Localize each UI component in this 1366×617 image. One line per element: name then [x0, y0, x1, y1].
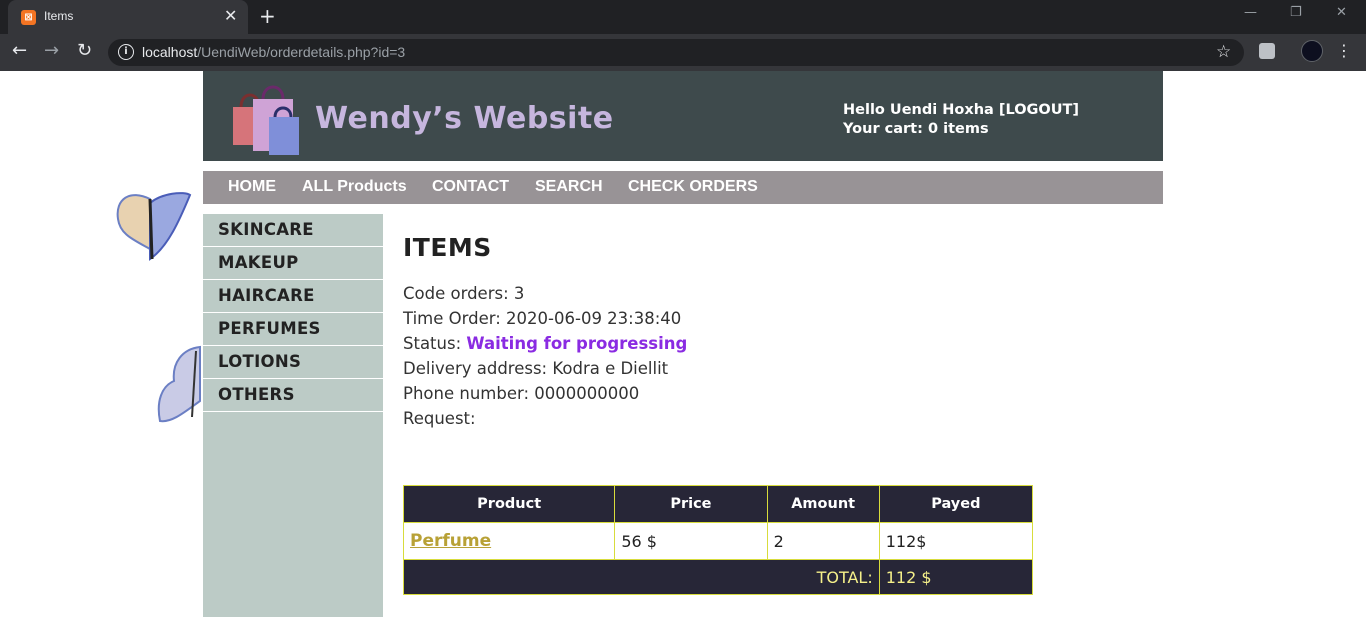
- amount-cell: 2: [766, 522, 880, 560]
- browser-toolbar: ← → ↻ i localhost/UendiWeb/orderdetails.…: [0, 34, 1366, 71]
- bookmark-star-icon[interactable]: ☆: [1216, 41, 1231, 63]
- forward-arrow-icon[interactable]: →: [44, 39, 59, 63]
- nav-home[interactable]: HOME: [228, 178, 276, 196]
- order-time-row: Time Order: 2020-06-09 23:38:40: [403, 306, 687, 331]
- site-name[interactable]: Wendy’s Website: [315, 101, 614, 136]
- status-badge: Waiting for progressing: [466, 334, 688, 353]
- order-code-value: 3: [513, 284, 525, 303]
- sidebar-item-haircare[interactable]: HAIRCARE: [203, 280, 383, 313]
- nav-search[interactable]: SEARCH: [535, 178, 603, 196]
- column-header-amount: Amount: [766, 485, 880, 523]
- main-nav: HOME ALL Products CONTACT SEARCH CHECK O…: [203, 171, 1163, 204]
- tab-title: Items: [44, 9, 74, 23]
- url-path: /UendiWeb/orderdetails.php?id=3: [197, 44, 406, 60]
- category-sidebar: SKINCARE MAKEUP HAIRCARE PERFUMES LOTION…: [203, 214, 383, 617]
- order-info: Code orders: 3 Time Order: 2020-06-09 23…: [403, 281, 687, 431]
- page-content: Wendy’s Website Hello Uendi Hoxha [LOGOU…: [0, 71, 1366, 617]
- xampp-favicon-icon: ⊠: [21, 10, 36, 25]
- kebab-menu-icon[interactable]: ⋮: [1336, 40, 1352, 62]
- column-header-payed: Payed: [878, 485, 1034, 523]
- nav-contact[interactable]: CONTACT: [432, 178, 509, 196]
- order-status-label: Status:: [403, 334, 462, 353]
- sidebar-item-skincare[interactable]: SKINCARE: [203, 214, 383, 247]
- url-host: localhost: [142, 44, 198, 60]
- column-header-product: Product: [402, 485, 616, 523]
- cart-summary[interactable]: Your cart: 0 items: [843, 120, 1079, 139]
- new-tab-icon[interactable]: +: [259, 5, 276, 27]
- sidebar-item-makeup[interactable]: MAKEUP: [203, 247, 383, 280]
- browser-tab[interactable]: ⊠ Items ✕: [8, 0, 248, 34]
- phone-label: Phone number:: [403, 384, 530, 403]
- greeting-logout-link[interactable]: Hello Uendi Hoxha [LOGOUT]: [843, 101, 1079, 120]
- order-code-label: Code orders:: [403, 284, 509, 303]
- nav-all-products[interactable]: ALL Products: [302, 178, 407, 196]
- order-time-value: 2020-06-09 23:38:40: [506, 309, 682, 328]
- delivery-address-label: Delivery address:: [403, 359, 548, 378]
- items-table: Product Price Amount Payed Perfume 56 $ …: [402, 485, 1034, 595]
- delivery-address-row: Delivery address: Kodra e Diellit: [403, 356, 687, 381]
- back-arrow-icon[interactable]: ←: [12, 39, 27, 63]
- restore-window-icon[interactable]: ❐: [1290, 4, 1302, 22]
- reload-icon[interactable]: ↻: [77, 39, 92, 63]
- product-link[interactable]: Perfume: [410, 531, 491, 551]
- total-row: TOTAL: 112 $: [403, 559, 1034, 595]
- site-header: Wendy’s Website Hello Uendi Hoxha [LOGOU…: [203, 71, 1163, 161]
- price-cell: 56 $: [614, 522, 768, 560]
- page-title: ITEMS: [403, 233, 492, 262]
- table-row: Perfume 56 $ 2 112$: [402, 522, 1034, 560]
- payed-cell: 112$: [878, 522, 1034, 560]
- close-window-icon[interactable]: ✕: [1336, 4, 1347, 22]
- delivery-address-value: Kodra e Diellit: [552, 359, 669, 378]
- user-box: Hello Uendi Hoxha [LOGOUT] Your cart: 0 …: [843, 101, 1079, 139]
- sidebar-item-lotions[interactable]: LOTIONS: [203, 346, 383, 379]
- address-bar[interactable]: i localhost/UendiWeb/orderdetails.php?id…: [108, 39, 1244, 66]
- profile-icon[interactable]: [1301, 40, 1323, 62]
- phone-row: Phone number: 0000000000: [403, 381, 687, 406]
- info-icon[interactable]: i: [118, 44, 134, 60]
- browser-tab-strip: ⊠ Items ✕ + — ❐ ✕: [0, 0, 1366, 34]
- close-tab-icon[interactable]: ✕: [224, 7, 237, 25]
- url-text[interactable]: localhost/UendiWeb/orderdetails.php?id=3: [142, 44, 405, 60]
- nav-check-orders[interactable]: CHECK ORDERS: [628, 178, 758, 196]
- total-value: 112 $: [878, 559, 1034, 595]
- request-row: Request:: [403, 406, 687, 431]
- column-header-price: Price: [614, 485, 768, 523]
- butterfly-icon: [116, 192, 192, 261]
- order-code-row: Code orders: 3: [403, 281, 687, 306]
- total-label: TOTAL:: [403, 559, 880, 595]
- table-header-row: Product Price Amount Payed: [402, 485, 1034, 523]
- product-cell: Perfume: [402, 522, 616, 560]
- order-time-label: Time Order:: [403, 309, 501, 328]
- phone-value: 0000000000: [534, 384, 640, 403]
- order-status-row: Status: Waiting for progressing: [403, 331, 687, 356]
- sidebar-item-others[interactable]: OTHERS: [203, 379, 383, 412]
- sidebar-item-perfumes[interactable]: PERFUMES: [203, 313, 383, 346]
- minimize-window-icon[interactable]: —: [1244, 4, 1257, 22]
- request-label: Request:: [403, 409, 476, 428]
- extension-icon[interactable]: [1259, 43, 1275, 59]
- butterfly-icon: [157, 345, 201, 423]
- shopping-bags-logo-icon[interactable]: [223, 77, 313, 157]
